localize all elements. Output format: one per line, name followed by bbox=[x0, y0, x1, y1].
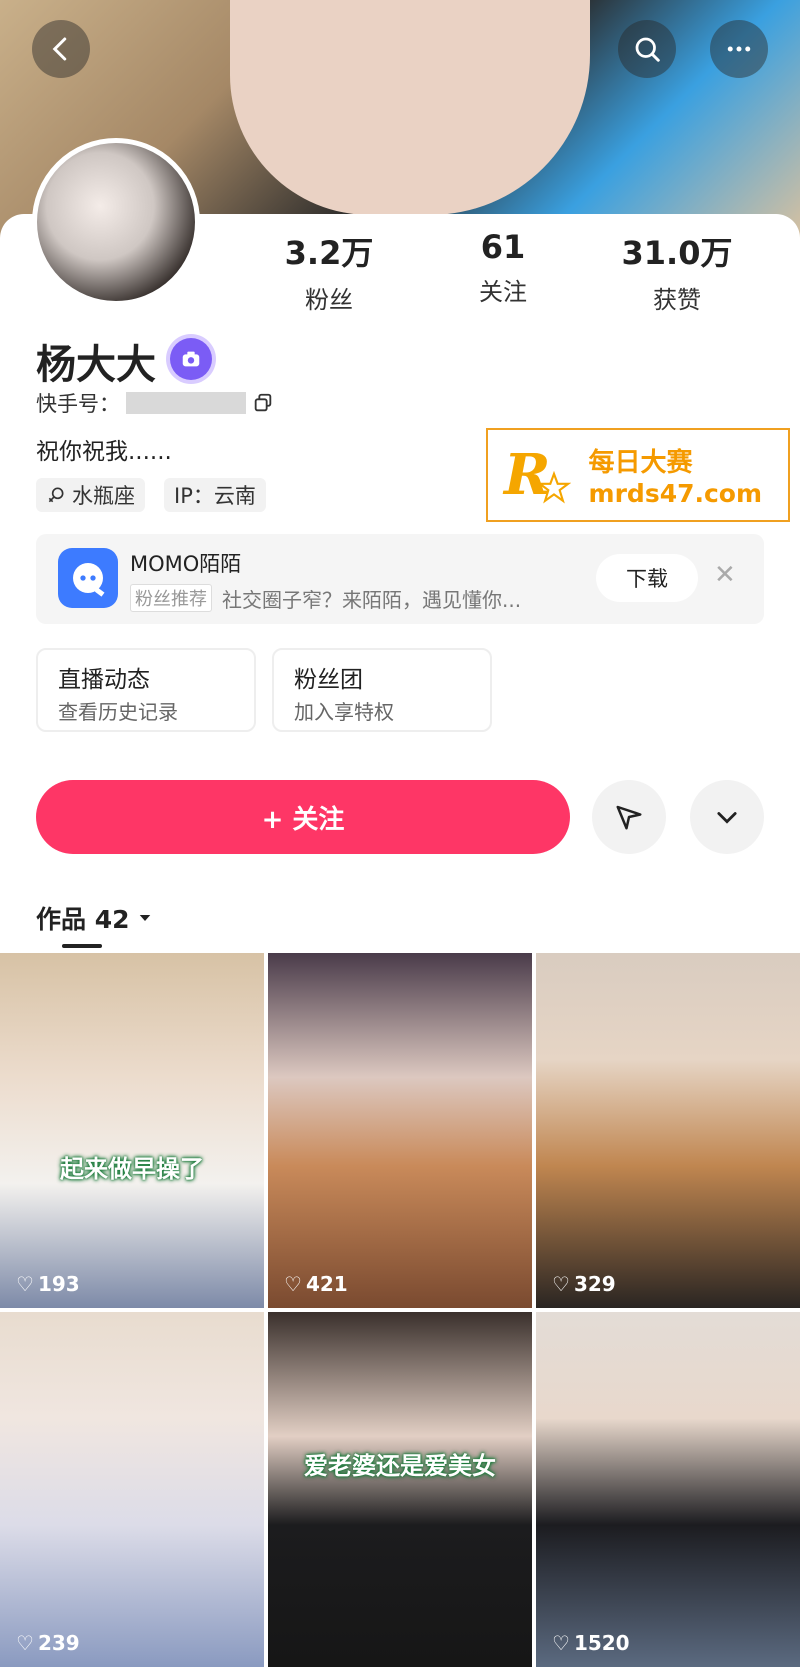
follow-button[interactable]: + 关注 bbox=[36, 780, 570, 854]
kuaishou-id-label: 快手号： bbox=[36, 392, 120, 416]
heart-icon: ♡ bbox=[16, 1272, 34, 1296]
stat-following[interactable]: 61 关注 bbox=[418, 228, 588, 307]
ad-description: 社交圈子窄？来陌陌，遇见懂你... bbox=[222, 588, 522, 612]
video-tile[interactable]: 起来做早操了 ♡ 193 bbox=[0, 953, 264, 1308]
verified-badge-icon[interactable] bbox=[170, 338, 212, 380]
cover-hand-shape bbox=[230, 0, 590, 215]
video-caption: 爱老婆还是爱美女 bbox=[304, 1452, 496, 1480]
video-likes: ♡ 193 bbox=[16, 1272, 80, 1296]
tag-ip: IP：云南 bbox=[164, 478, 266, 512]
fan-club-card[interactable]: 粉丝团 加入享特权 bbox=[272, 648, 492, 732]
camera-icon bbox=[182, 351, 200, 367]
video-tile[interactable]: ♡ 421 bbox=[268, 953, 532, 1308]
live-history-card[interactable]: 直播动态 查看历史记录 bbox=[36, 648, 256, 732]
message-button[interactable] bbox=[592, 780, 666, 854]
video-likes: ♡ 239 bbox=[16, 1631, 80, 1655]
card-subtitle: 查看历史记录 bbox=[58, 700, 178, 724]
stat-fans[interactable]: 3.2万 粉丝 bbox=[244, 228, 414, 315]
tag-zodiac-label: 水瓶座 bbox=[72, 484, 135, 508]
stat-label: 获赞 bbox=[653, 286, 701, 314]
tab-underline bbox=[62, 944, 102, 948]
back-button[interactable] bbox=[32, 20, 90, 78]
search-icon bbox=[635, 37, 660, 62]
video-tile[interactable]: 爱老婆还是爱美女 bbox=[268, 1312, 532, 1667]
close-icon[interactable]: ✕ bbox=[714, 560, 736, 590]
video-likes: ♡ 421 bbox=[284, 1272, 348, 1296]
avatar[interactable] bbox=[32, 138, 200, 306]
stat-value: 31.0万 bbox=[621, 234, 733, 272]
watermark-line1: 每日大赛 bbox=[588, 448, 693, 478]
search-button[interactable] bbox=[618, 20, 676, 78]
stat-value: 3.2万 bbox=[284, 234, 374, 272]
star-icon bbox=[536, 471, 571, 504]
tag-ip-label: IP：云南 bbox=[174, 484, 256, 508]
ad-title: MOMO陌陌 bbox=[130, 552, 242, 576]
video-likes-count: 1520 bbox=[573, 1631, 630, 1655]
video-tile[interactable]: ♡ 239 bbox=[0, 1312, 264, 1667]
card-subtitle: 加入享特权 bbox=[294, 700, 394, 724]
stat-label: 关注 bbox=[479, 278, 527, 306]
caret-down-icon bbox=[139, 915, 150, 921]
momo-app-icon bbox=[58, 548, 118, 608]
video-tile[interactable]: ♡ 329 bbox=[536, 953, 800, 1308]
stat-value: 61 bbox=[480, 228, 526, 266]
video-likes-count: 421 bbox=[305, 1272, 348, 1296]
tab-works[interactable]: 作品 42 bbox=[36, 900, 154, 948]
watermark: R 每日大赛 mrds47.com bbox=[486, 428, 790, 522]
video-likes: ♡ 1520 bbox=[552, 1631, 630, 1655]
kuaishou-id-value-blurred bbox=[126, 392, 246, 414]
gender-icon bbox=[48, 487, 64, 503]
card-title: 粉丝团 bbox=[294, 667, 363, 693]
kuaishou-id: 快手号： bbox=[36, 388, 274, 418]
send-icon bbox=[616, 805, 642, 830]
ad-banner[interactable]: MOMO陌陌 粉丝推荐 社交圈子窄？来陌陌，遇见懂你... 下载 ✕ bbox=[36, 534, 764, 624]
video-likes: ♡ 329 bbox=[552, 1272, 616, 1296]
heart-icon: ♡ bbox=[552, 1631, 570, 1655]
watermark-line2: mrds47.com bbox=[588, 479, 763, 508]
more-icon bbox=[727, 46, 751, 52]
heart-icon: ♡ bbox=[16, 1631, 34, 1655]
heart-icon: ♡ bbox=[552, 1272, 570, 1296]
bio-text: 祝你祝我...... bbox=[36, 439, 172, 465]
chevron-down-icon bbox=[717, 812, 737, 824]
download-button[interactable]: 下载 bbox=[596, 554, 698, 602]
profile-name: 杨大大 bbox=[36, 342, 156, 388]
chevron-left-icon bbox=[52, 37, 67, 61]
expand-button[interactable] bbox=[690, 780, 764, 854]
video-tile[interactable]: ♡ 1520 bbox=[536, 1312, 800, 1667]
more-button[interactable] bbox=[710, 20, 768, 78]
momo-logo-icon bbox=[73, 563, 105, 597]
card-title: 直播动态 bbox=[58, 667, 150, 693]
stat-likes[interactable]: 31.0万 获赞 bbox=[592, 228, 762, 315]
ad-recommend-tag: 粉丝推荐 bbox=[130, 584, 212, 612]
stat-label: 粉丝 bbox=[305, 286, 353, 314]
video-likes-count: 329 bbox=[573, 1272, 616, 1296]
video-likes-count: 193 bbox=[37, 1272, 80, 1296]
copy-icon[interactable] bbox=[252, 392, 274, 414]
video-caption: 起来做早操了 bbox=[60, 1155, 204, 1183]
video-likes-count: 239 bbox=[37, 1631, 80, 1655]
tag-zodiac: 水瓶座 bbox=[36, 478, 145, 512]
heart-icon: ♡ bbox=[284, 1272, 302, 1296]
tab-works-label: 作品 42 bbox=[36, 905, 130, 934]
